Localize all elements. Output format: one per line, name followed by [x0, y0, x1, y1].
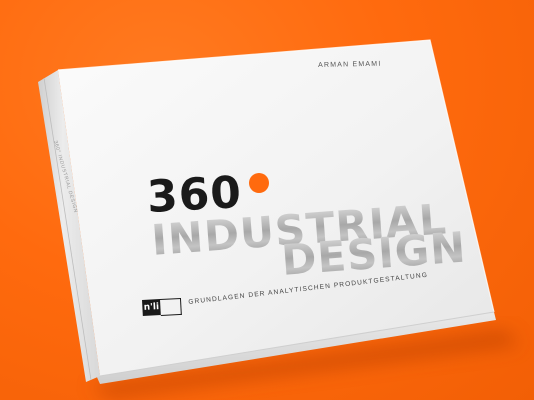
publisher-logo: n'li	[142, 297, 183, 317]
book-illustration	[38, 39, 520, 398]
orange-dot	[249, 173, 269, 193]
author-name: ARMAN EMAMI	[318, 60, 382, 69]
publisher-logo-frame	[159, 297, 182, 317]
publisher-logo-mark: n'li	[142, 299, 161, 316]
photo-scene: 360° INDUSTRIAL DESIGN ARMAN EMAMI 360 I…	[0, 0, 534, 400]
